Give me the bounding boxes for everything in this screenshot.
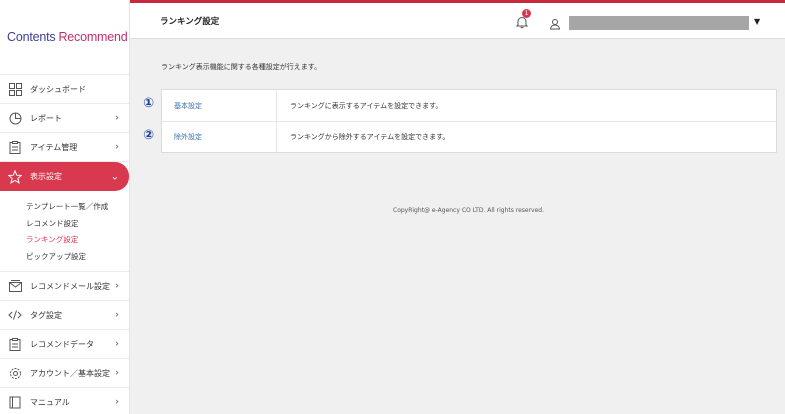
sidebar-item-label: アカウント／基本設定 <box>30 368 110 378</box>
sidebar-item-report[interactable]: レポート › <box>0 104 129 133</box>
sidebar-item-label: 表示設定 <box>30 172 62 181</box>
sidebar: Contents Recommend ダッシュボード レポート › アイテム管理 … <box>0 0 130 414</box>
sidebar-item-tag-settings[interactable]: タグ設定 › <box>0 301 129 330</box>
sidebar-item-label: マニュアル <box>30 397 70 407</box>
notification-badge: 1 <box>522 9 531 18</box>
basic-settings-link[interactable]: 基本設定 <box>174 101 202 111</box>
sidebar-item-label: タグ設定 <box>30 310 62 320</box>
sidebar-item-manual[interactable]: マニュアル › <box>0 388 129 414</box>
brand-word-1: Contents <box>7 30 56 44</box>
chevron-right-icon: › <box>115 309 119 321</box>
row-description: ランキングから除外するアイテムを設定できます。 <box>290 133 450 141</box>
submenu-item-pickup[interactable]: ピックアップ設定 <box>0 249 129 266</box>
brand-logo[interactable]: Contents Recommend <box>0 0 129 75</box>
sidebar-item-label: レコメンドメール設定 <box>30 281 110 291</box>
settings-table: 基本設定 ランキングに表示するアイテムを設定できます。 除外設定 ランキングから… <box>161 89 777 153</box>
sidebar-item-account[interactable]: アカウント／基本設定 › <box>0 359 129 388</box>
code-icon <box>8 308 22 322</box>
chevron-right-icon: › <box>115 396 119 408</box>
marker-2: ② <box>143 128 155 143</box>
sidebar-item-label: レコメンドデータ <box>30 339 94 349</box>
sidebar-item-label: ダッシュボード <box>30 84 86 94</box>
exclusion-settings-link[interactable]: 除外設定 <box>174 132 202 142</box>
chevron-right-icon: › <box>115 112 119 124</box>
table-row: 基本設定 ランキングに表示するアイテムを設定できます。 <box>162 90 776 121</box>
page-title: ランキング設定 <box>160 17 220 27</box>
page-description: ランキング表示機能に関する各種設定が行えます。 <box>161 63 322 71</box>
clipboard-icon <box>8 337 22 351</box>
clipboard-icon <box>8 140 22 154</box>
dashboard-icon <box>8 82 22 96</box>
gear-icon <box>8 366 22 380</box>
sidebar-item-display-settings[interactable]: 表示設定 ⌄ <box>0 162 129 191</box>
table-row: 除外設定 ランキングから除外するアイテムを設定できます。 <box>162 121 776 152</box>
star-icon <box>8 169 22 184</box>
sidebar-item-recommend-data[interactable]: レコメンドデータ › <box>0 330 129 359</box>
top-header: ランキング設定 1 ▼ <box>130 0 785 39</box>
chevron-right-icon: › <box>115 338 119 350</box>
copyright: CopyRight@ e-Agency CO LTD. All rights r… <box>393 207 544 214</box>
brand-word-2: Recommend <box>58 30 128 44</box>
submenu-item-ranking[interactable]: ランキング設定 <box>0 232 129 249</box>
chevron-right-icon: › <box>115 367 119 379</box>
chevron-down-icon[interactable]: ▼ <box>754 17 760 26</box>
submenu-item-templates[interactable]: テンプレート一覧／作成 <box>0 199 129 216</box>
row-description: ランキングに表示するアイテムを設定できます。 <box>290 101 443 110</box>
chevron-down-icon: ⌄ <box>110 171 119 182</box>
book-icon <box>8 395 22 409</box>
chevron-right-icon: › <box>115 280 119 292</box>
column-divider <box>276 90 277 121</box>
user-icon <box>549 15 561 30</box>
pie-chart-icon <box>8 111 22 125</box>
chevron-right-icon: › <box>115 141 119 153</box>
sidebar-item-label: アイテム管理 <box>30 142 78 152</box>
submenu-item-recommend[interactable]: レコメンド設定 <box>0 216 129 233</box>
sidebar-item-recommend-mail[interactable]: レコメンドメール設定 › <box>0 272 129 301</box>
display-settings-submenu: テンプレート一覧／作成 レコメンド設定 ランキング設定 ピックアップ設定 <box>0 191 129 272</box>
marker-1: ① <box>143 96 155 111</box>
sidebar-item-label: レポート <box>30 113 62 123</box>
mail-icon <box>8 279 22 293</box>
user-account-menu[interactable] <box>569 16 749 30</box>
column-divider <box>276 122 277 152</box>
sidebar-item-dashboard[interactable]: ダッシュボード <box>0 75 129 104</box>
sidebar-item-items[interactable]: アイテム管理 › <box>0 133 129 162</box>
